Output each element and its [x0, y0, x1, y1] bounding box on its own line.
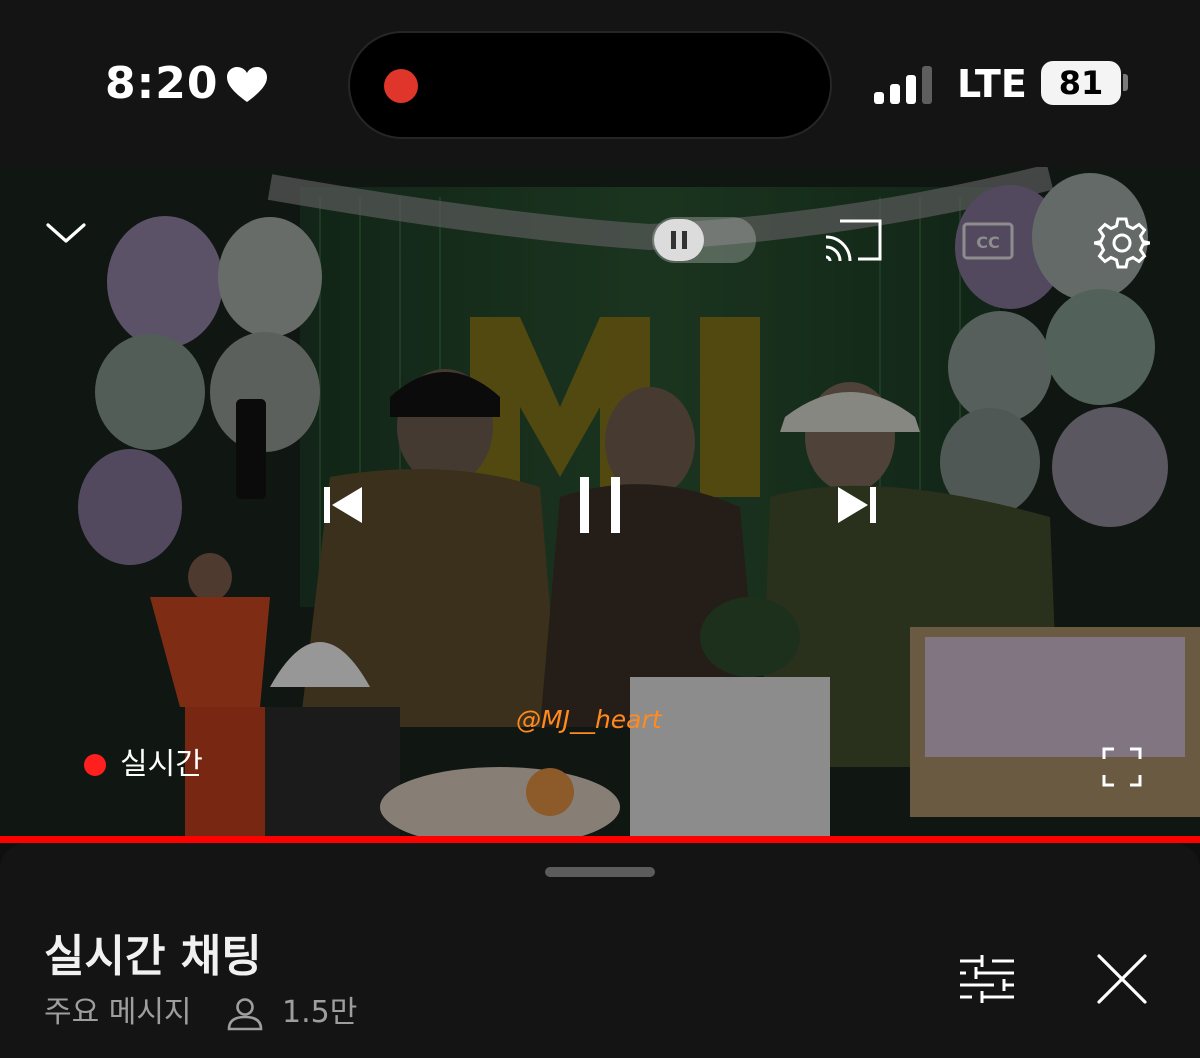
pause-icon[interactable]	[572, 473, 628, 537]
autoplay-toggle-knob	[654, 219, 704, 261]
live-chat-panel: 실시간 채팅 주요 메시지 1.5만	[0, 843, 1200, 1058]
battery-tip	[1123, 74, 1128, 91]
live-dot	[84, 754, 106, 776]
previous-icon[interactable]	[320, 483, 366, 527]
progress-bar[interactable]	[0, 836, 1200, 843]
signal-icon	[874, 66, 932, 104]
clock: 8:20	[105, 58, 219, 109]
dynamic-island	[350, 33, 830, 137]
settings-icon[interactable]	[1094, 215, 1150, 271]
close-icon[interactable]	[1096, 953, 1148, 1005]
watermark-text: @MJ__heart	[516, 705, 662, 734]
fullscreen-icon[interactable]	[1102, 747, 1142, 787]
chevron-down-icon[interactable]	[44, 219, 88, 247]
viewer-count: 1.5만	[282, 995, 358, 1030]
autoplay-toggle[interactable]	[652, 217, 756, 263]
network-type-label: LTE	[957, 62, 1027, 106]
status-bar: 8:20 LTE 81	[0, 0, 1200, 167]
battery-icon: 81	[1041, 61, 1121, 105]
recording-dot	[384, 69, 418, 103]
drag-handle[interactable]	[545, 867, 655, 877]
heart-icon	[227, 67, 267, 102]
video-player[interactable]: CC 실시간 @MJ__heart	[0, 167, 1200, 843]
pause-small-icon	[671, 231, 687, 249]
chat-title: 실시간 채팅	[44, 931, 262, 982]
captions-icon[interactable]: CC	[962, 222, 1014, 260]
live-label: 실시간	[120, 747, 203, 782]
next-icon[interactable]	[834, 483, 880, 527]
cast-icon[interactable]	[822, 217, 884, 263]
progress-fill	[0, 836, 1200, 843]
mobile-screen: 8:20 LTE 81 CC 실시간 @MJ__heart 실시간 채팅 주요 …	[0, 0, 1200, 1058]
top-messages-filter[interactable]: 주요 메시지	[44, 993, 192, 1033]
sliders-icon[interactable]	[958, 953, 1016, 1005]
svg-text:CC: CC	[976, 233, 999, 252]
live-badge[interactable]: 실시간	[84, 745, 203, 785]
person-icon	[227, 998, 263, 1031]
